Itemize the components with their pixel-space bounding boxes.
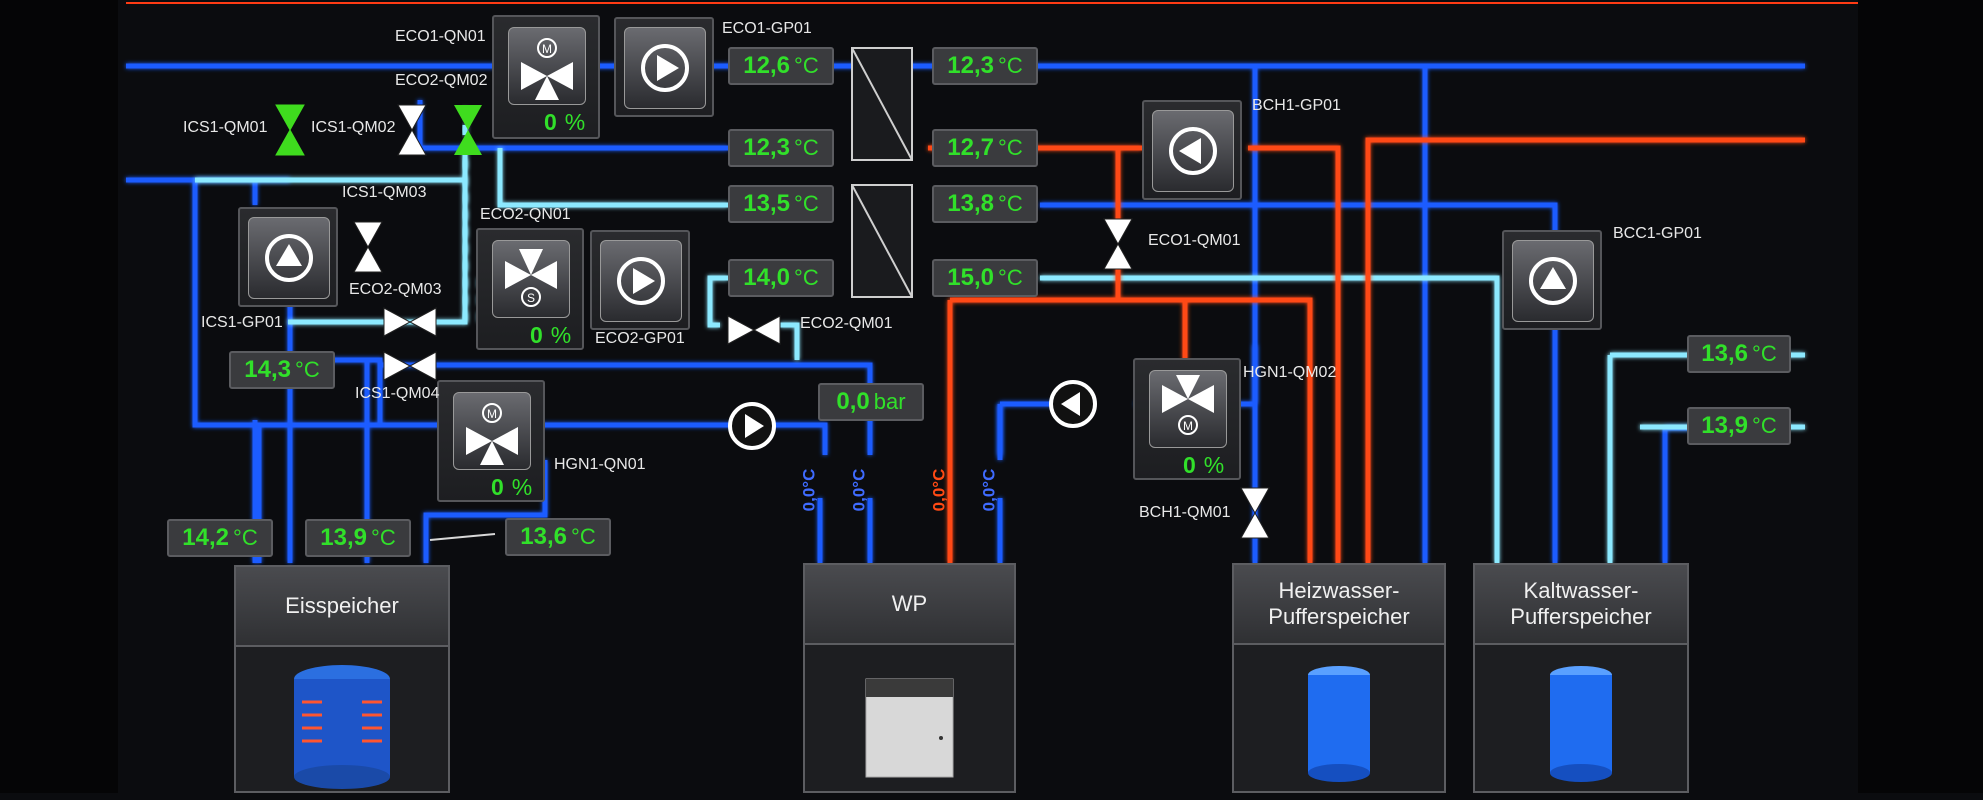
svg-text:S: S (527, 291, 535, 305)
mixing-valve-icon: M (508, 27, 586, 105)
wp-connection-temp: 0,0°C (799, 468, 819, 512)
pump-eco1-gp01[interactable] (614, 17, 714, 117)
label-eco2-qm03: ECO2-QM03 (349, 281, 442, 298)
hgn1-qm02-position: 0% (1183, 452, 1225, 478)
mixing-valve-icon: S (492, 240, 570, 318)
temp-readout: 12,3 °C (932, 47, 1038, 85)
ice-storage-icon (294, 665, 390, 789)
hgn1-qn01-position: 0% (491, 474, 533, 500)
tank-title: Kaltwasser- Pufferspeicher (1475, 565, 1687, 645)
mixing-valve-icon: M (1149, 370, 1227, 448)
mixing-valve-hgn1-qn01[interactable]: M 0% (437, 380, 545, 502)
tank-title: WP (805, 565, 1014, 645)
svg-text:M: M (1183, 419, 1193, 433)
mixing-valve-eco2-qn01[interactable]: S 0% (476, 228, 584, 350)
label-hgn1-qn01: HGN1-QN01 (554, 456, 646, 473)
pump-right-icon (617, 257, 665, 305)
pump-eco2-gp01[interactable] (590, 230, 690, 330)
label-eco2-qm02: ECO2-QM02 (395, 72, 488, 89)
pump-right-icon (641, 44, 689, 92)
valve-eco2-qm01[interactable] (724, 312, 784, 348)
label-ics1-gp01: ICS1-GP01 (201, 314, 283, 331)
temp-readout: 14,2 °C (167, 519, 273, 557)
label-eco1-qn01: ECO1-QN01 (395, 28, 486, 45)
valve-ics1-qm01[interactable] (272, 101, 308, 159)
buffer-tank-icon (1308, 666, 1370, 782)
heat-exchangers (851, 47, 913, 298)
wp-connection-temp: 0,0°C (979, 468, 999, 512)
tank-kaltwasser[interactable]: Kaltwasser- Pufferspeicher (1473, 563, 1689, 793)
eco1-qn01-position: 0% (544, 109, 586, 135)
valve-eco2-qm03[interactable] (380, 304, 440, 340)
temp-readout: 13,6 °C (505, 518, 611, 556)
temp-readout: 15,0 °C (932, 259, 1038, 297)
scada-panel: M 0% S 0% M 0% M 0% ECO1-QN01 ECO2-QM02 … (0, 0, 1983, 793)
eco2-qn01-position: 0% (530, 322, 572, 348)
label-bch1-qm01: BCH1-QM01 (1139, 504, 1231, 521)
pump-up-icon (265, 234, 313, 282)
label-eco1-qm01: ECO1-QM01 (1148, 232, 1241, 249)
temp-readout: 12,7 °C (932, 129, 1038, 167)
pump-bcc1-gp01[interactable] (1502, 230, 1602, 330)
label-hgn1-qm02: HGN1-QM02 (1243, 364, 1337, 381)
valve-ics1-qm02[interactable] (394, 101, 430, 159)
label-eco2-qm01: ECO2-QM01 (800, 315, 893, 332)
valve-ics1-qm04[interactable] (380, 348, 440, 384)
svg-text:M: M (542, 42, 552, 56)
label-eco2-gp01: ECO2-GP01 (595, 330, 685, 347)
temp-readout: 14,0 °C (728, 259, 834, 297)
wp-connection-temp: 0,0°C (929, 468, 949, 512)
pump-up-icon (1529, 257, 1577, 305)
temp-readout: 12,3 °C (728, 129, 834, 167)
valve-eco1-qm01[interactable] (1100, 215, 1136, 273)
tank-title: Heizwasser- Pufferspeicher (1234, 565, 1444, 645)
pump-left-icon (1169, 127, 1217, 175)
label-ics1-qm04: ICS1-QM04 (355, 385, 440, 402)
pump-inline-right-icon[interactable] (726, 400, 778, 452)
valve-ics1-qm03[interactable] (350, 218, 386, 276)
temp-readout: 13,8 °C (932, 185, 1038, 223)
mixing-valve-eco1-qn01[interactable]: M 0% (492, 15, 600, 139)
temp-readout: 13,9 °C (305, 519, 411, 557)
label-eco1-gp01: ECO1-GP01 (722, 20, 812, 37)
temp-readout: 13,6 °C (1687, 335, 1791, 373)
label-bch1-gp01: BCH1-GP01 (1252, 97, 1341, 114)
pump-ics1-gp01[interactable] (238, 207, 338, 307)
mixing-valve-icon: M (453, 392, 531, 470)
heat-pump-unit-icon (865, 678, 954, 778)
label-ics1-qm02: ICS1-QM02 (311, 119, 396, 136)
label-bcc1-gp01: BCC1-GP01 (1613, 225, 1702, 242)
temp-readout: 13,9 °C (1687, 407, 1791, 445)
label-ics1-qm01: ICS1-QM01 (183, 119, 268, 136)
pressure-readout: 0,0 bar (818, 383, 924, 421)
temp-readout: 14,3 °C (229, 351, 335, 389)
valve-bch1-qm01[interactable] (1237, 484, 1273, 542)
valve-eco2-qm02[interactable] (450, 101, 486, 159)
svg-text:M: M (487, 407, 497, 421)
tank-title: Eisspeicher (236, 567, 448, 647)
tank-wp[interactable]: WP (803, 563, 1016, 793)
pump-inline-left-icon[interactable] (1047, 378, 1099, 430)
pump-bch1-gp01[interactable] (1142, 100, 1242, 200)
tank-heizwasser[interactable]: Heizwasser- Pufferspeicher (1232, 563, 1446, 793)
label-ics1-qm03: ICS1-QM03 (342, 184, 427, 201)
temp-readout: 13,5 °C (728, 185, 834, 223)
mixing-valve-hgn1-qm02[interactable]: M 0% (1133, 358, 1241, 480)
tank-eisspeicher[interactable]: Eisspeicher (234, 565, 450, 793)
wp-connection-temp: 0,0°C (849, 468, 869, 512)
label-eco2-qn01: ECO2-QN01 (480, 206, 571, 223)
buffer-tank-icon (1550, 666, 1612, 782)
temp-readout: 12,6 °C (728, 47, 834, 85)
